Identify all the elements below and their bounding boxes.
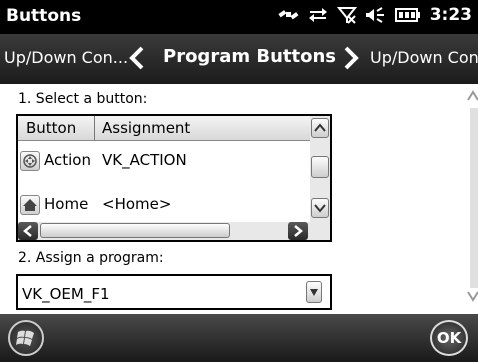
table-row[interactable]: Action VK_ACTION	[18, 141, 312, 181]
chevron-right-icon[interactable]	[342, 45, 360, 75]
select-button-label: 1. Select a button:	[18, 91, 148, 107]
program-dropdown[interactable]: VK_OEM_F1	[16, 274, 332, 310]
scroll-down-button[interactable]	[311, 198, 329, 218]
pivot-current-tab: Program Buttons	[163, 46, 337, 67]
grid-vertical-scrollbar[interactable]	[310, 116, 330, 222]
no-signal-icon	[336, 6, 357, 24]
ok-button[interactable]: OK	[430, 320, 468, 356]
dropdown-arrow-icon[interactable]	[306, 281, 322, 303]
scroll-right-button[interactable]	[288, 222, 308, 240]
windows-start-icon[interactable]	[8, 320, 44, 356]
scroll-thumb[interactable]	[311, 156, 329, 178]
status-icons: 3:23	[277, 5, 472, 25]
column-header-assignment[interactable]: Assignment	[102, 119, 190, 137]
scroll-up-button[interactable]	[311, 118, 329, 138]
row-assignment: <Home>	[102, 195, 172, 213]
grid-header: Button Assignment	[18, 116, 312, 141]
battery-icon	[394, 8, 421, 22]
chevron-left-icon[interactable]	[128, 45, 146, 75]
content-area: 1. Select a button: Button Assignment Ac…	[0, 84, 478, 314]
grid-horizontal-scrollbar[interactable]	[18, 222, 330, 240]
horizontal-scroll-thumb[interactable]	[40, 223, 230, 238]
pivot-prev-tab[interactable]: Up/Down Con...	[4, 48, 128, 67]
assign-program-label: 2. Assign a program:	[18, 250, 164, 266]
satellite-icon	[277, 6, 299, 24]
page-scrollbar[interactable]	[466, 84, 478, 314]
column-separator	[94, 116, 95, 140]
status-bar: Buttons 3:23	[0, 0, 478, 34]
softkey-bar: OK	[0, 314, 478, 362]
app-title: Buttons	[6, 6, 82, 26]
data-sync-icon	[308, 6, 328, 24]
program-selected-value: VK_OEM_F1	[22, 285, 110, 303]
row-assignment: VK_ACTION	[102, 151, 187, 169]
clock: 3:23	[429, 5, 472, 25]
table-row[interactable]: Home <Home>	[18, 185, 312, 225]
action-icon	[20, 151, 40, 171]
pivot-header: Up/Down Con... Program Buttons Up/Down C…	[0, 34, 478, 84]
row-button-name: Action	[44, 151, 91, 169]
volume-icon	[365, 6, 386, 24]
pivot-next-tab[interactable]: Up/Down Con...	[370, 48, 478, 67]
row-button-name: Home	[44, 195, 89, 213]
scroll-left-button[interactable]	[18, 222, 38, 240]
column-header-button[interactable]: Button	[26, 119, 76, 137]
home-icon	[20, 195, 40, 215]
button-assignment-grid[interactable]: Button Assignment Action VK_ACTION Home …	[16, 114, 332, 242]
